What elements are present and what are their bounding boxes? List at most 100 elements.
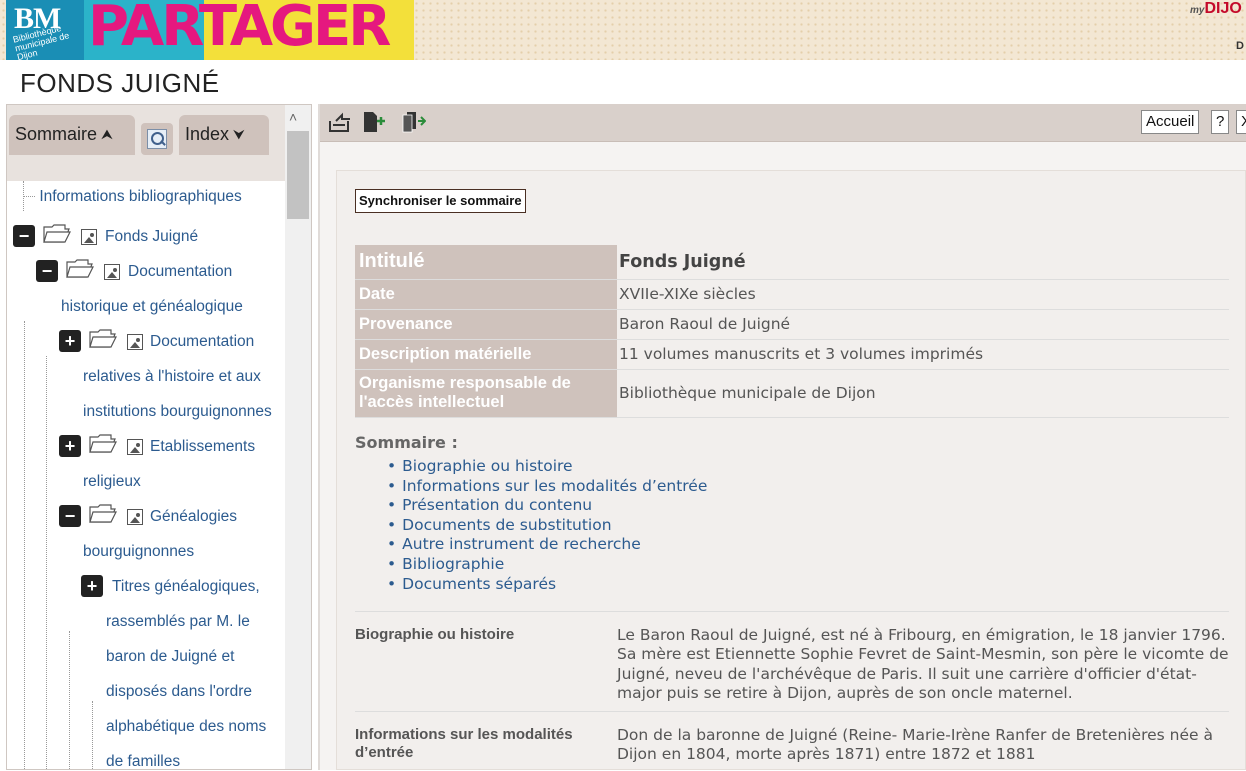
left-tabbar: Sommaire ⮝ Index ⮟ [7,105,285,181]
tree-item-genealogies[interactable]: Généalogies [150,499,237,534]
tree-guide-line [92,701,93,769]
expand-icon[interactable]: + [59,435,81,457]
tree-guide-line [24,321,25,769]
tree-item-etablissements[interactable]: Etablissements [150,429,255,464]
section-value: Le Baron Raoul de Juigné, est né à Fribo… [617,626,1229,702]
meta-value: Fonds Juigné [617,245,1229,280]
scroll-up-icon[interactable]: ˄ [289,109,297,125]
image-icon [104,264,120,280]
section-value: Don de la baronne de Juigné (Reine- Mari… [617,726,1213,764]
tab-sommaire-label: Sommaire [15,124,98,144]
tree-guide-line [69,631,70,769]
meta-key: Intitulé [355,245,617,280]
sommaire-link[interactable]: Biographie ou histoire [387,457,707,477]
collapse-icon[interactable]: − [36,260,58,282]
meta-key: Organisme responsable de l'accès intelle… [355,369,617,418]
tree-item-label: Fonds Juigné [105,228,199,245]
tree-item-titres-cont[interactable]: rassemblés par M. le [106,604,250,639]
expand-icon[interactable]: + [59,330,81,352]
sommaire-link[interactable]: Bibliographie [387,555,707,575]
scroll-thumb[interactable] [287,131,309,219]
partager-banner-image: PARTAGER [84,0,414,60]
sommaire-list: Biographie ou histoire Informations sur … [387,457,707,594]
tree-item-label: alphabétique des noms [106,718,267,735]
chevron-up-icon: ⮝ [101,126,113,142]
partager-word: PARTAGER [88,0,391,59]
tree-item-label: Généalogies [150,508,238,525]
collapse-icon[interactable]: − [59,505,81,527]
record-content: Synchroniser le sommaire Intitulé Fonds … [336,170,1246,770]
folder-open-icon [89,503,117,523]
sommaire-link[interactable]: Informations sur les modalités d’entrée [387,477,707,497]
section-key: Informations sur les modalités d’entrée [355,726,573,761]
sommaire-link[interactable]: Documents séparés [387,575,707,595]
add-document-icon[interactable] [362,111,386,133]
tree-item-label: Documentation [150,333,255,350]
collapse-icon[interactable]: − [13,225,35,247]
tree-item-titres-cont[interactable]: alphabétique des noms [106,709,266,744]
tree-item-label: de familles [106,753,181,770]
sommaire-heading: Sommaire : [355,433,458,452]
tree-item-informations[interactable]: Informations bibliographiques [23,179,242,214]
tab-sommaire[interactable]: Sommaire ⮝ [9,115,135,155]
export-icon[interactable] [328,111,352,133]
sommaire-link[interactable]: Présentation du contenu [387,496,707,516]
section-biographie: Biographie ou histoire Le Baron Raoul de… [355,611,1229,711]
sommaire-link[interactable]: Autre instrument de recherche [387,535,707,555]
tree-item-genealogies-cont[interactable]: bourguignonnes [83,534,194,569]
tree-item-label: Informations bibliographiques [39,188,242,205]
copy-document-icon[interactable] [402,111,427,133]
tree-item-titres-cont[interactable]: disposés dans l'ordre [106,674,252,709]
tree-item-documentation-historique-cont[interactable]: historique et généalogique [61,289,243,324]
tree-item-titres-cont[interactable]: de familles [106,744,181,770]
page-title: FONDS JUIGNÉ [20,68,220,98]
tree-item-documentation-historique[interactable]: Documentation [128,254,232,289]
close-button[interactable]: X [1236,110,1246,134]
tree-item-label: disposés dans l'ordre [106,683,252,700]
toolbar: Accueil ? X [320,104,1246,142]
tree-item-documentation-institutions-cont[interactable]: relatives à l'histoire et aux [83,359,261,394]
image-icon [81,229,97,245]
accueil-button[interactable]: Accueil [1141,110,1200,134]
search-button[interactable] [141,123,173,155]
tree-item-documentation-institutions-cont[interactable]: institutions bourguignonnes [83,394,272,429]
tree-item-label: Documentation [128,263,233,280]
tree-item-etablissements-cont[interactable]: religieux [83,464,141,499]
table-row: Date XVIIe-XIXe siècles [355,279,1229,310]
mydijon-logo[interactable]: myDIJO [1190,0,1242,18]
library-logo[interactable]: BM Bibliothèque municipale de Dijon [6,0,86,60]
meta-key: Description matérielle [355,339,617,370]
help-button[interactable]: ? [1211,110,1230,134]
meta-value: Bibliothèque municipale de Dijon [617,369,1229,418]
mydijon-my: my [1190,5,1205,16]
tree-guide-line [46,356,47,769]
table-row: Provenance Baron Raoul de Juigné [355,309,1229,340]
mydijon-word: DIJO [1204,0,1242,17]
tree-item-titres-cont[interactable]: baron de Juigné et [106,639,234,674]
folder-open-icon [66,258,94,278]
mydijon-d: D [1236,40,1244,52]
meta-value: 11 volumes manuscrits et 3 volumes impri… [617,339,1229,370]
meta-key: Date [355,279,617,310]
expand-icon[interactable]: + [81,575,103,597]
tree-item-titres-genealogiques[interactable]: Titres généalogiques, [112,569,260,604]
sync-sommaire-button[interactable]: Synchroniser le sommaire [355,189,526,213]
section-key: Biographie ou histoire [355,626,515,643]
tree-item-documentation-institutions[interactable]: Documentation [150,324,254,359]
tree-item-label: rassemblés par M. le [106,613,250,630]
left-panel: Sommaire ⮝ Index ⮟ ˄ Informations bibliogr… [6,104,312,770]
tree-connector [23,196,35,198]
tree-item-label: institutions bourguignonnes [83,403,272,420]
left-scrollbar[interactable]: ˄ [285,105,311,769]
tree-view: Informations bibliographiques − Fonds Ju… [7,179,285,770]
tree-item-fonds-juigne[interactable]: Fonds Juigné [105,219,198,254]
tab-index-label: Index [185,124,230,144]
folder-open-icon [89,328,117,348]
tab-index[interactable]: Index ⮟ [179,115,269,155]
table-row: Intitulé Fonds Juigné [355,245,1229,280]
meta-value: XVIIe-XIXe siècles [617,279,1229,310]
table-row: Description matérielle 11 volumes manusc… [355,339,1229,370]
image-icon [127,334,143,350]
sommaire-link[interactable]: Documents de substitution [387,516,707,536]
tree-item-label: historique et généalogique [61,298,243,315]
